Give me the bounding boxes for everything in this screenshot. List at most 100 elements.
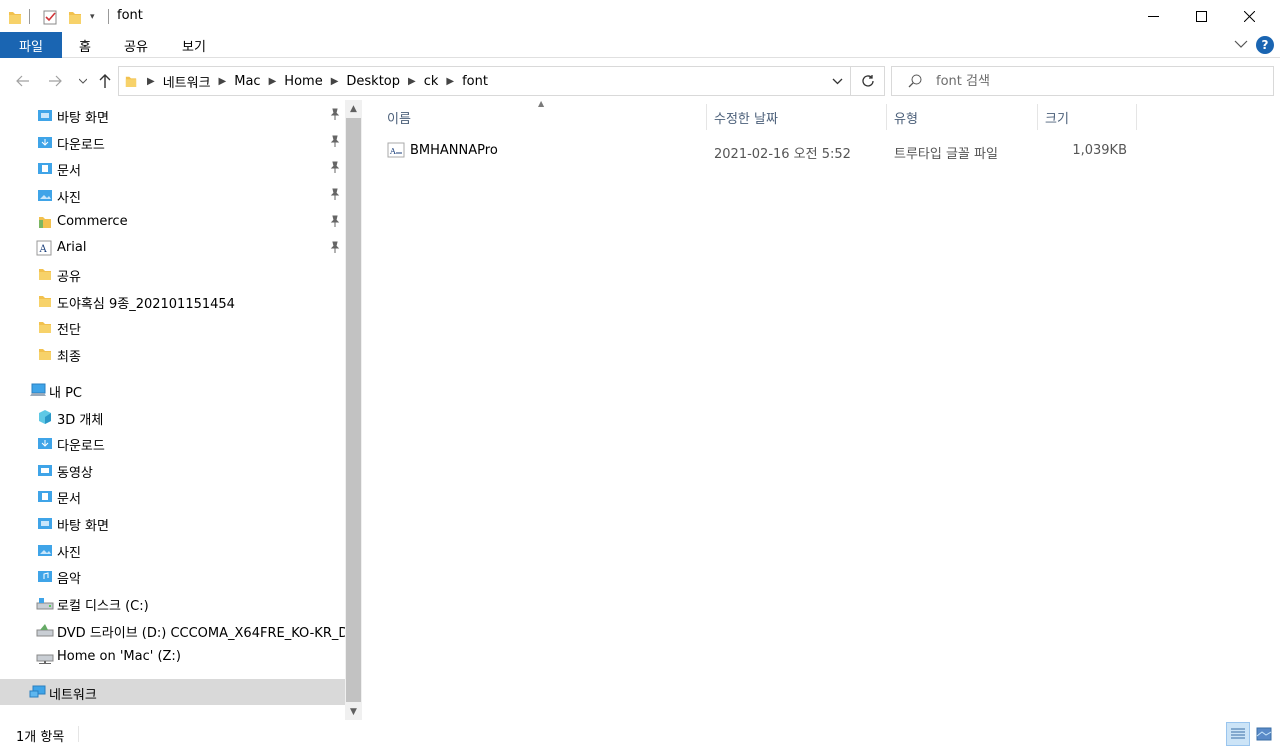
nav-item-pc-downloads[interactable]: 다운로드 <box>0 430 345 456</box>
videos-folder-icon <box>37 462 53 478</box>
nav-item-network[interactable]: 네트워크 <box>0 679 345 705</box>
chevron-right-icon[interactable]: ▶ <box>442 76 458 87</box>
maximize-icon <box>1195 10 1207 22</box>
pin-icon[interactable] <box>329 161 341 173</box>
nav-item-arial[interactable]: A Arial <box>0 235 345 261</box>
new-folder-icon[interactable] <box>68 8 82 26</box>
desktop-folder-icon <box>37 107 53 123</box>
chevron-right-icon[interactable]: ▶ <box>265 76 281 87</box>
close-button[interactable] <box>1226 0 1272 32</box>
nav-item-label: Commerce <box>57 214 128 229</box>
folder-icon <box>37 319 53 335</box>
scroll-up-arrow-icon[interactable]: ▲ <box>345 100 362 117</box>
nav-item-network-drive[interactable]: Home on 'Mac' (Z:) <box>0 644 345 670</box>
tab-view[interactable]: 보기 <box>172 32 216 58</box>
pictures-folder-icon <box>37 187 53 203</box>
minimize-button[interactable] <box>1130 0 1176 32</box>
svg-text:A: A <box>39 244 48 255</box>
scroll-down-arrow-icon[interactable]: ▼ <box>345 703 362 720</box>
breadcrumb-home[interactable]: Home <box>280 74 326 89</box>
nav-item-music[interactable]: 음악 <box>0 563 345 589</box>
folder-icon <box>37 293 53 309</box>
nav-item-documents[interactable]: 문서 <box>0 155 345 181</box>
nav-item-pictures[interactable]: 사진 <box>0 182 345 208</box>
forward-button[interactable] <box>44 70 66 92</box>
pin-icon[interactable] <box>329 188 341 200</box>
downloads-folder-icon <box>37 134 53 150</box>
properties-icon[interactable] <box>42 8 58 26</box>
search-box[interactable] <box>891 66 1274 96</box>
nav-item-pc-desktop[interactable]: 바탕 화면 <box>0 510 345 536</box>
chevron-right-icon[interactable]: ▶ <box>215 76 231 87</box>
pin-icon[interactable] <box>329 241 341 253</box>
pin-icon[interactable] <box>329 135 341 147</box>
chevron-right-icon[interactable]: ▶ <box>143 76 159 87</box>
file-row[interactable]: A BMHANNAPro 2021-02-16 오전 5:52 트루타입 글꼴 … <box>379 137 1139 163</box>
file-size: 1,039KB <box>1072 143 1127 158</box>
nav-item-doya[interactable]: 도야혹심 9종_202101151454 <box>0 288 345 314</box>
nav-item-label: 음악 <box>57 572 81 587</box>
nav-item-label: 공유 <box>57 270 81 285</box>
chevron-right-icon[interactable]: ▶ <box>327 76 343 87</box>
tab-file[interactable]: 파일 <box>0 32 62 58</box>
column-header-type[interactable]: 유형 <box>886 104 1038 130</box>
large-icons-view-button[interactable] <box>1252 722 1276 746</box>
customize-toolbar-chevron-icon[interactable]: ▾ <box>90 8 95 26</box>
back-button[interactable] <box>12 70 34 92</box>
refresh-button[interactable] <box>851 66 885 96</box>
navigation-pane: 바탕 화면 다운로드 문서 사진 Commerce A Arial 공유 도야혹… <box>0 100 357 720</box>
nav-item-local-disk[interactable]: 로컬 디스크 (C:) <box>0 590 345 616</box>
nav-item-desktop[interactable]: 바탕 화면 <box>0 102 345 128</box>
breadcrumb-mac[interactable]: Mac <box>230 74 264 89</box>
column-header-name[interactable]: 이름 <box>379 104 707 130</box>
address-history-button[interactable] <box>824 67 850 95</box>
divider <box>29 9 30 24</box>
breadcrumb-desktop[interactable]: Desktop <box>342 74 404 89</box>
column-header-size[interactable]: 크기 <box>1037 104 1137 130</box>
breadcrumb-font[interactable]: font <box>458 74 492 89</box>
nav-item-flyer[interactable]: 전단 <box>0 314 345 340</box>
nav-item-this-pc[interactable]: 내 PC <box>0 377 345 403</box>
dvd-drive-icon <box>36 622 54 638</box>
nav-item-label: 최종 <box>57 350 81 365</box>
address-bar[interactable]: ▶ 네트워크 ▶ Mac ▶ Home ▶ Desktop ▶ ck ▶ fon… <box>118 66 851 96</box>
pin-icon[interactable] <box>329 215 341 227</box>
expand-ribbon-button[interactable] <box>1234 38 1248 53</box>
nav-item-label: Arial <box>57 240 87 255</box>
search-icon <box>908 74 922 88</box>
search-input[interactable] <box>936 73 1236 89</box>
navigation-scrollbar[interactable]: ▲ ▼ <box>345 100 362 720</box>
scrollbar-thumb[interactable] <box>346 118 361 702</box>
nav-item-final[interactable]: 최종 <box>0 341 345 367</box>
tab-home[interactable]: 홈 <box>68 32 102 58</box>
nav-item-label: 사진 <box>57 191 81 206</box>
column-header-modified[interactable]: 수정한 날짜 <box>706 104 887 130</box>
up-button[interactable] <box>94 70 116 92</box>
nav-item-label: 로컬 디스크 (C:) <box>57 599 149 614</box>
breadcrumb: ▶ 네트워크 ▶ Mac ▶ Home ▶ Desktop ▶ ck ▶ fon… <box>119 67 492 95</box>
nav-item-pc-pictures[interactable]: 사진 <box>0 537 345 563</box>
file-modified: 2021-02-16 오전 5:52 <box>714 147 851 162</box>
pin-icon[interactable] <box>329 108 341 120</box>
nav-item-dvd-drive[interactable]: DVD 드라이브 (D:) CCCOMA_X64FRE_KO-KR_DV <box>0 617 357 643</box>
breadcrumb-ck[interactable]: ck <box>420 74 443 89</box>
nav-item-share[interactable]: 공유 <box>0 261 345 287</box>
nav-item-label: 다운로드 <box>57 138 105 153</box>
recent-locations-button[interactable] <box>72 70 94 92</box>
nav-item-downloads[interactable]: 다운로드 <box>0 129 345 155</box>
chevron-right-icon[interactable]: ▶ <box>404 76 420 87</box>
nav-item-videos[interactable]: 동영상 <box>0 457 345 483</box>
nav-item-label: 문서 <box>57 164 81 179</box>
tab-share[interactable]: 공유 <box>116 32 156 58</box>
large-icons-view-icon <box>1256 727 1272 741</box>
details-view-button[interactable] <box>1226 722 1250 746</box>
nav-item-label: 바탕 화면 <box>57 519 109 534</box>
nav-item-3d-objects[interactable]: 3D 개체 <box>0 404 345 430</box>
forward-arrow-icon <box>49 75 62 87</box>
nav-item-commerce[interactable]: Commerce <box>0 209 345 235</box>
help-button[interactable]: ? <box>1256 36 1274 54</box>
breadcrumb-network[interactable]: 네트워크 <box>159 72 215 91</box>
folder-icon <box>8 8 22 26</box>
maximize-button[interactable] <box>1178 0 1224 32</box>
nav-item-pc-documents[interactable]: 문서 <box>0 483 345 509</box>
